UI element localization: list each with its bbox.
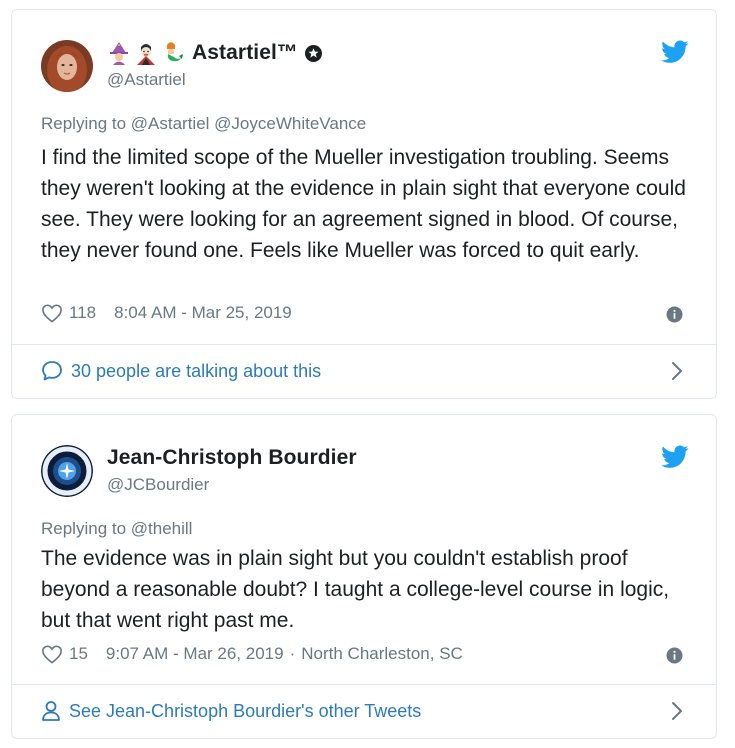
woman-mage-emoji xyxy=(110,42,128,65)
author-handle[interactable]: @JCBourdier xyxy=(107,475,209,495)
author-handle[interactable]: @Astartiel xyxy=(107,70,186,90)
like-count[interactable]: 15 xyxy=(69,644,88,664)
tweet-location[interactable]: North Charleston, SC xyxy=(301,644,463,664)
tweet-meta: 118 8:04 AM - Mar 25, 2019 xyxy=(41,303,292,323)
heart-icon[interactable] xyxy=(41,303,63,323)
display-name[interactable]: Jean-Christoph Bourdier xyxy=(107,446,357,470)
mermaid-emoji xyxy=(167,42,183,62)
tweet-text: I find the limited scope of the Mueller … xyxy=(41,146,686,262)
display-name[interactable]: Astartiel™ xyxy=(192,41,298,65)
profile-link-text[interactable]: See Jean-Christoph Bourdier's other Twee… xyxy=(69,701,421,722)
profile-link[interactable]: See Jean-Christoph Bourdier's other Twee… xyxy=(41,700,421,722)
author-name-row[interactable]: Jean-Christoph Bourdier xyxy=(107,445,357,471)
author-name-row[interactable]: Astartiel™ xyxy=(107,40,323,66)
tweet-card: Jean-Christoph Bourdier @JCBourdier Repl… xyxy=(11,414,717,739)
twitter-bird-icon[interactable] xyxy=(661,40,689,64)
tweet-timestamp[interactable]: 9:07 AM - Mar 26, 2019 xyxy=(106,644,284,664)
badge-icon xyxy=(305,44,323,62)
divider xyxy=(12,684,716,685)
tweet-card: Astartiel™ @Astartiel Replying to @Astar… xyxy=(11,9,717,399)
divider xyxy=(12,344,716,345)
replying-to[interactable]: Replying to @Astartiel @JoyceWhiteVance xyxy=(41,114,366,134)
vampire-emoji xyxy=(137,44,155,65)
person-icon xyxy=(42,701,60,721)
name-emojis xyxy=(107,41,188,65)
like-count[interactable]: 118 xyxy=(69,303,96,323)
tweet-text: The evidence was in plain sight but you … xyxy=(41,547,670,632)
conversation-link-text[interactable]: 30 people are talking about this xyxy=(71,361,321,382)
tweet-timestamp[interactable]: 8:04 AM - Mar 25, 2019 xyxy=(114,303,292,323)
avatar[interactable] xyxy=(41,445,93,497)
chevron-right-icon[interactable] xyxy=(671,361,683,381)
conversation-link[interactable]: 30 people are talking about this xyxy=(41,360,321,382)
meta-separator: · xyxy=(289,644,296,663)
twitter-bird-icon[interactable] xyxy=(661,445,689,469)
avatar[interactable] xyxy=(41,40,93,92)
info-icon[interactable] xyxy=(666,647,683,664)
info-icon[interactable] xyxy=(666,306,683,323)
tweet-meta: 15 9:07 AM - Mar 26, 2019 · North Charle… xyxy=(41,644,463,664)
replying-to[interactable]: Replying to @thehill xyxy=(41,519,192,539)
chevron-right-icon[interactable] xyxy=(671,701,683,721)
heart-icon[interactable] xyxy=(41,644,63,664)
speech-bubble-icon xyxy=(42,361,62,381)
